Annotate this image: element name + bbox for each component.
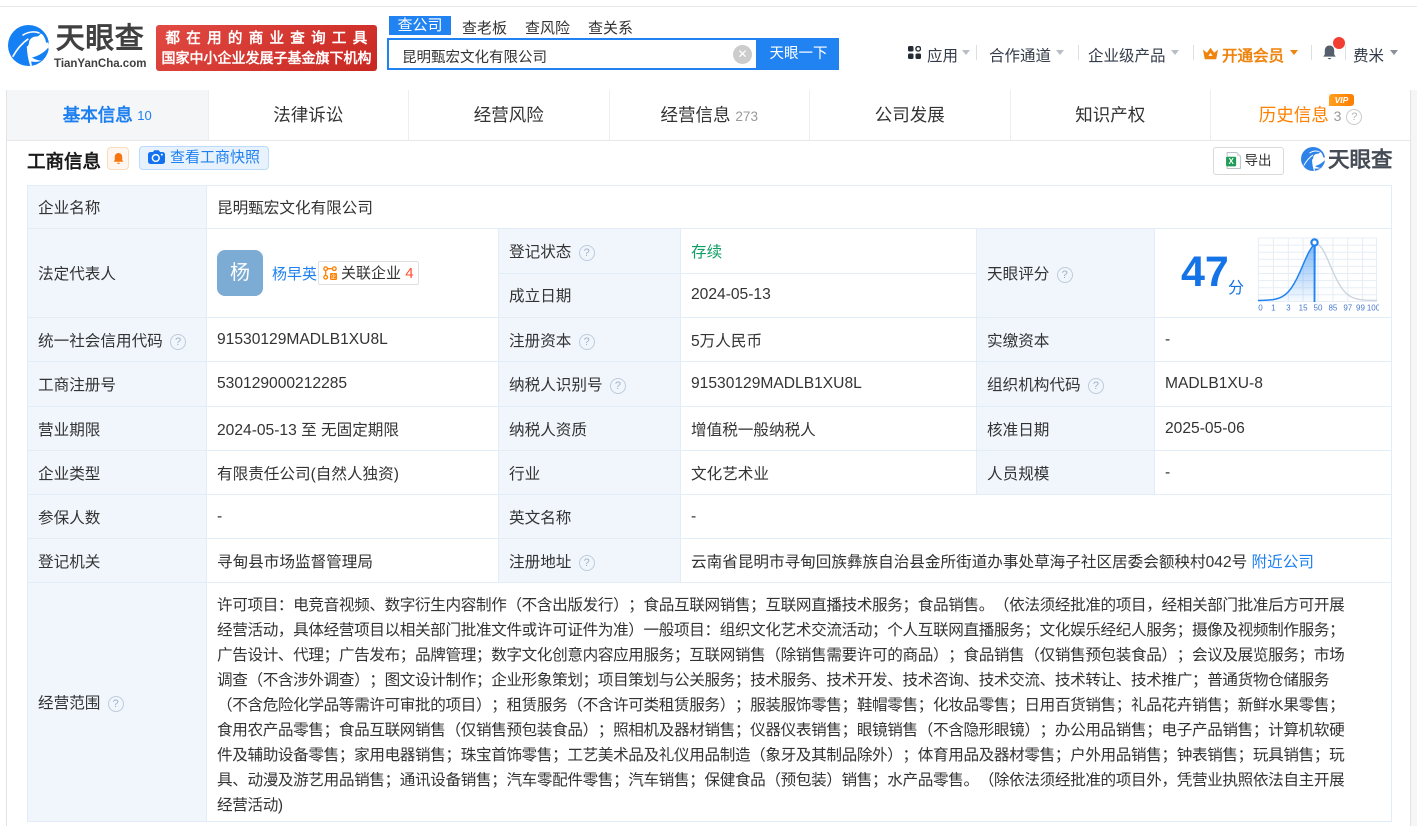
svg-text:0: 0 bbox=[1258, 304, 1263, 313]
svg-text:99: 99 bbox=[1356, 304, 1365, 313]
svg-text:15: 15 bbox=[1299, 304, 1308, 313]
svg-text:企: 企 bbox=[331, 272, 337, 280]
svg-text:X: X bbox=[1228, 157, 1234, 166]
svg-text:85: 85 bbox=[1328, 304, 1337, 313]
svg-text:50: 50 bbox=[1314, 304, 1323, 313]
svg-text:97: 97 bbox=[1343, 304, 1352, 313]
svg-text:100: 100 bbox=[1367, 304, 1379, 313]
svg-text:3: 3 bbox=[1286, 304, 1291, 313]
svg-text:1: 1 bbox=[1271, 304, 1276, 313]
